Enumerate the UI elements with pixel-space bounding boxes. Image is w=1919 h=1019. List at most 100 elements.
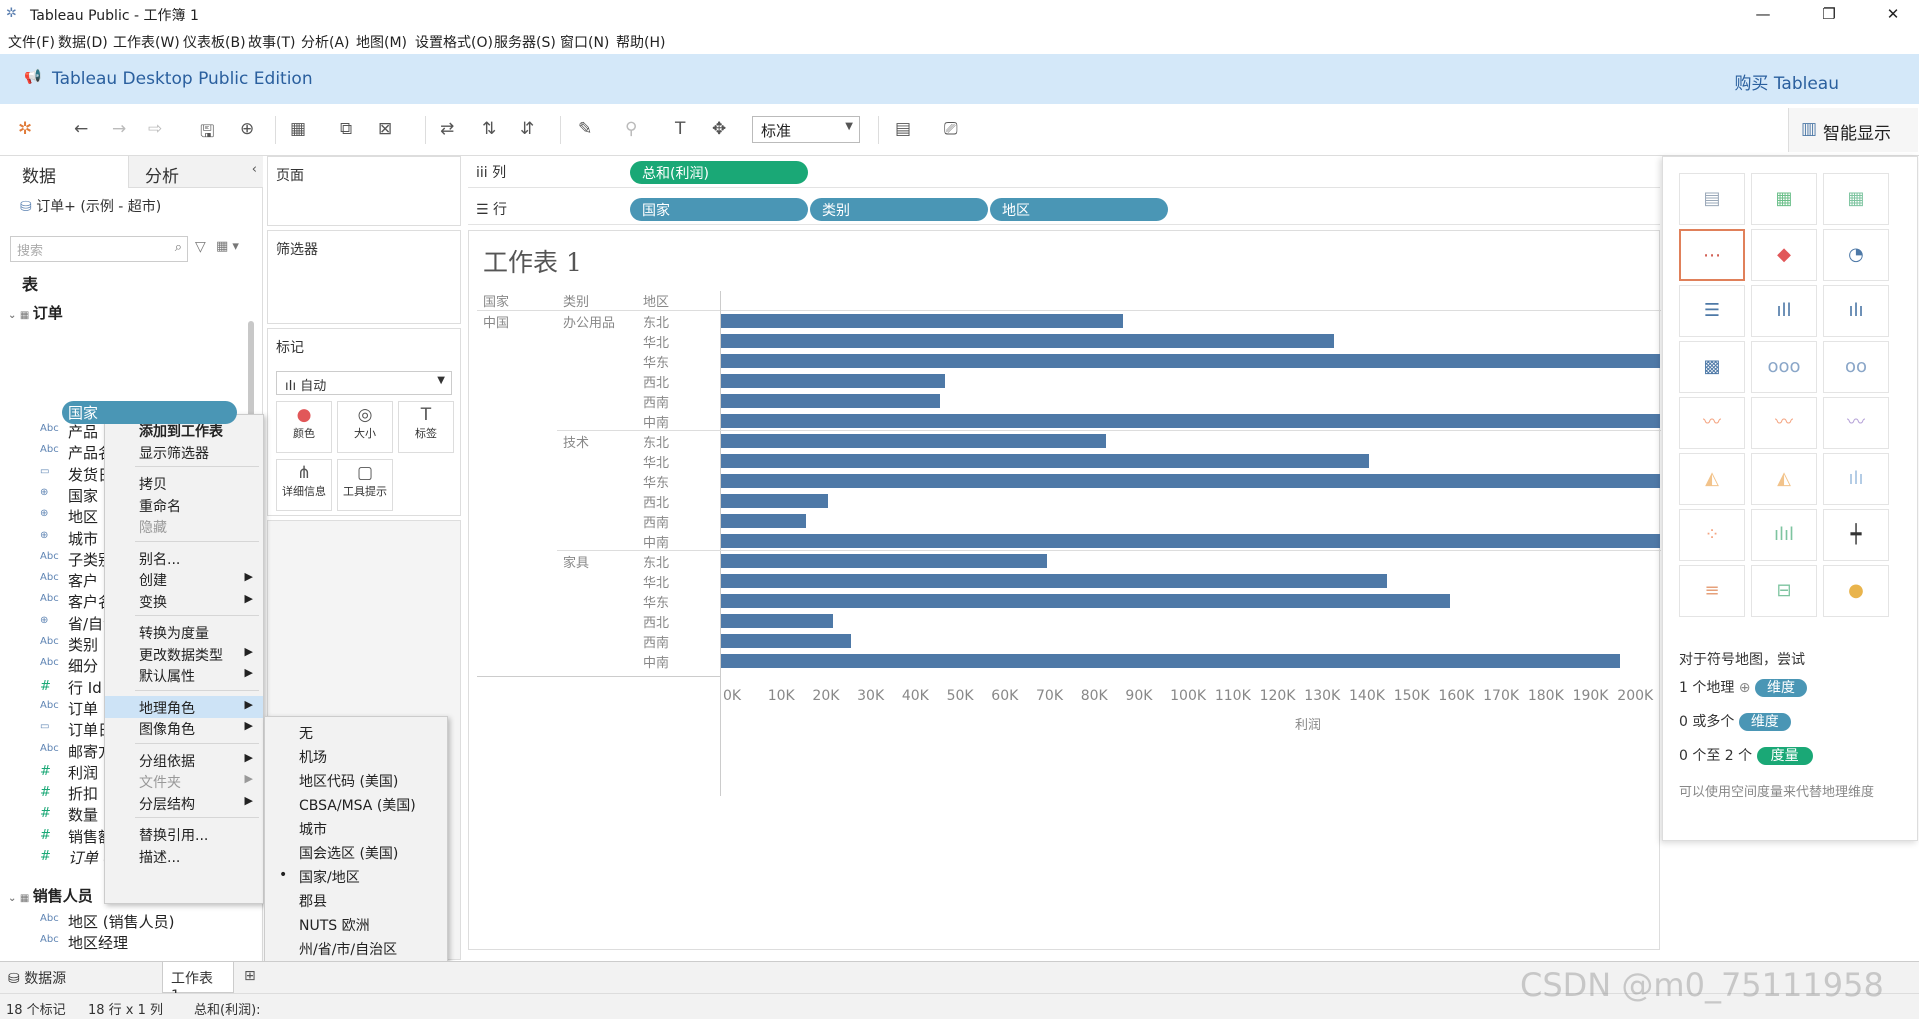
table-orders[interactable]: ⌄ ▦ 订单 bbox=[8, 302, 63, 323]
geo-role-item[interactable]: NUTS 欧洲 bbox=[265, 913, 447, 935]
menu-0[interactable]: 文件(F) bbox=[8, 32, 55, 52]
bar[interactable] bbox=[721, 454, 1370, 468]
menu-8[interactable]: 服务器(S) bbox=[494, 32, 556, 52]
buy-tableau-link[interactable]: 购买 Tableau bbox=[1734, 69, 1839, 94]
highlight-icon[interactable]: ✎ bbox=[578, 119, 592, 139]
table-sales[interactable]: ⌄ ▦ 销售人员 bbox=[8, 885, 93, 906]
filter-icon[interactable]: ▽ bbox=[195, 239, 206, 255]
context-menu-item[interactable]: 显示筛选器 bbox=[105, 441, 263, 463]
circle-views-icon[interactable]: ooo bbox=[1751, 341, 1817, 393]
bar[interactable] bbox=[721, 614, 833, 628]
mark-type-select[interactable]: ıIı 自动 ▼ bbox=[276, 371, 452, 395]
context-menu-item[interactable]: 转换为度量 bbox=[105, 621, 263, 643]
context-menu-item[interactable]: 分组依据 ▶ bbox=[105, 749, 263, 771]
show-me-button[interactable]: ▥ 智能显示 bbox=[1788, 108, 1918, 152]
bar[interactable] bbox=[721, 654, 1620, 668]
filled-map-icon[interactable]: ◆ bbox=[1751, 229, 1817, 281]
bar[interactable] bbox=[721, 394, 941, 408]
row-pill[interactable]: 国家 bbox=[630, 198, 808, 221]
tableau-start-icon[interactable]: ✲ bbox=[18, 119, 32, 139]
bar[interactable] bbox=[721, 494, 829, 508]
menu-4[interactable]: 故事(T) bbox=[248, 32, 295, 52]
scatter-plot-icon[interactable]: ⁘ bbox=[1679, 509, 1745, 561]
bar[interactable] bbox=[721, 474, 1660, 488]
context-menu-item[interactable]: 地理角色 ▶ bbox=[105, 695, 263, 718]
context-menu-item[interactable]: 重命名 bbox=[105, 494, 263, 516]
box-whisker-icon[interactable]: ┿ bbox=[1823, 509, 1889, 561]
context-menu-item[interactable]: 描述... bbox=[105, 845, 263, 867]
pages-card[interactable]: 页面 bbox=[267, 156, 461, 226]
geo-role-item[interactable]: 无 bbox=[265, 721, 447, 743]
bullet-graph-icon[interactable]: ⊟ bbox=[1751, 565, 1817, 617]
line-discrete-icon[interactable]: 〰 bbox=[1751, 397, 1817, 449]
context-menu-item[interactable]: 图像角色 ▶ bbox=[105, 717, 263, 739]
sheet-title[interactable]: 工作表 1 bbox=[483, 243, 582, 279]
pie-chart-icon[interactable]: ◔ bbox=[1823, 229, 1889, 281]
duplicate-sheet-icon[interactable]: ⧉ bbox=[340, 119, 352, 139]
geo-role-item[interactable]: CBSA/MSA (美国) bbox=[265, 793, 447, 815]
line-continuous-icon[interactable]: 〰 bbox=[1679, 397, 1745, 449]
geo-role-item[interactable]: 机场 bbox=[265, 745, 447, 767]
show-cards-icon[interactable]: ▤ bbox=[895, 119, 911, 139]
tab-sheet-1[interactable]: 工作表 1 bbox=[162, 962, 234, 1004]
bar[interactable] bbox=[721, 534, 1660, 548]
menu-3[interactable]: 仪表板(B) bbox=[183, 32, 246, 52]
horizontal-bars-icon[interactable]: ☰ bbox=[1679, 285, 1745, 337]
sort-descending-icon[interactable]: ⇵ bbox=[520, 119, 534, 139]
show-mark-labels-icon[interactable]: T bbox=[675, 119, 685, 139]
mark-button-3[interactable]: ⋔ 详细信息 bbox=[276, 459, 332, 511]
mark-button-4[interactable]: ▢ 工具提示 bbox=[337, 459, 393, 511]
geo-role-item[interactable]: • 国家/地区 bbox=[265, 865, 447, 887]
bar[interactable] bbox=[721, 314, 1124, 328]
column-pill[interactable]: 总和(利润) bbox=[630, 161, 808, 184]
context-menu-item[interactable]: 拷贝 bbox=[105, 472, 263, 494]
minimize-button[interactable]: — bbox=[1740, 0, 1786, 28]
context-menu-item[interactable]: 创建 ▶ bbox=[105, 568, 263, 590]
bar[interactable] bbox=[721, 514, 806, 528]
new-worksheet-icon[interactable]: ▦ bbox=[290, 119, 306, 139]
sales-field-1[interactable]: Abc 地区经理 bbox=[0, 929, 263, 955]
geo-role-item[interactable]: 郡县 bbox=[265, 889, 447, 911]
mark-button-2[interactable]: T 标签 bbox=[398, 401, 454, 453]
heat-map-icon[interactable]: ▦ bbox=[1751, 173, 1817, 225]
bar[interactable] bbox=[721, 354, 1660, 368]
geo-role-item[interactable]: 州/省/市/自治区 bbox=[265, 937, 447, 959]
bar[interactable] bbox=[721, 634, 851, 648]
selected-field-country[interactable]: 国家 bbox=[62, 401, 237, 424]
fix-axes-icon[interactable]: ✥ bbox=[712, 119, 726, 139]
presentation-mode-icon[interactable]: ⎚ bbox=[944, 119, 958, 139]
text-table-icon[interactable]: ▤ bbox=[1679, 173, 1745, 225]
search-field[interactable]: 搜索 ⌕ bbox=[10, 236, 188, 262]
row-pill[interactable]: 地区 bbox=[990, 198, 1168, 221]
side-by-side-circles-icon[interactable]: oo bbox=[1823, 341, 1889, 393]
save-icon[interactable]: 🖫 bbox=[200, 119, 214, 148]
fit-select[interactable]: 标准 ▼ bbox=[752, 116, 860, 143]
gantt-icon[interactable]: ≡ bbox=[1679, 565, 1745, 617]
close-button[interactable]: ✕ bbox=[1870, 0, 1916, 28]
menu-2[interactable]: 工作表(W) bbox=[113, 32, 180, 52]
filters-card[interactable]: 筛选器 bbox=[267, 230, 461, 324]
row-pill[interactable]: 类别 bbox=[810, 198, 988, 221]
area-discrete-icon[interactable]: ◭ bbox=[1751, 453, 1817, 505]
collapse-pane-icon[interactable]: ‹ bbox=[252, 162, 257, 177]
menu-5[interactable]: 分析(A) bbox=[301, 32, 350, 52]
tab-data[interactable]: 数据 bbox=[0, 156, 128, 188]
swap-rows-columns-icon[interactable]: ⇄ bbox=[440, 119, 454, 139]
replace-data-icon[interactable]: ⇨ bbox=[148, 119, 162, 139]
clear-sheet-icon[interactable]: ⊠ bbox=[378, 119, 392, 139]
redo-icon[interactable]: → bbox=[112, 119, 126, 139]
menu-1[interactable]: 数据(D) bbox=[58, 32, 108, 52]
dual-combination-icon[interactable]: ılı bbox=[1823, 453, 1889, 505]
menu-7[interactable]: 设置格式(O) bbox=[415, 32, 493, 52]
undo-icon[interactable]: ← bbox=[74, 119, 88, 139]
new-datasource-icon[interactable]: ⊕ bbox=[240, 119, 254, 139]
stacked-bars-icon[interactable]: ıll bbox=[1751, 285, 1817, 337]
geo-role-item[interactable]: 国会选区 (美国) bbox=[265, 841, 447, 863]
context-menu-item[interactable]: 分层结构 ▶ bbox=[105, 792, 263, 814]
bar[interactable] bbox=[721, 374, 945, 388]
tab-datasource[interactable]: ⛁ 数据源 bbox=[8, 968, 66, 988]
highlight-table-icon[interactable]: ▦ bbox=[1823, 173, 1889, 225]
bar[interactable] bbox=[721, 574, 1388, 588]
histogram-icon[interactable]: ılıl bbox=[1751, 509, 1817, 561]
bar[interactable] bbox=[721, 554, 1048, 568]
